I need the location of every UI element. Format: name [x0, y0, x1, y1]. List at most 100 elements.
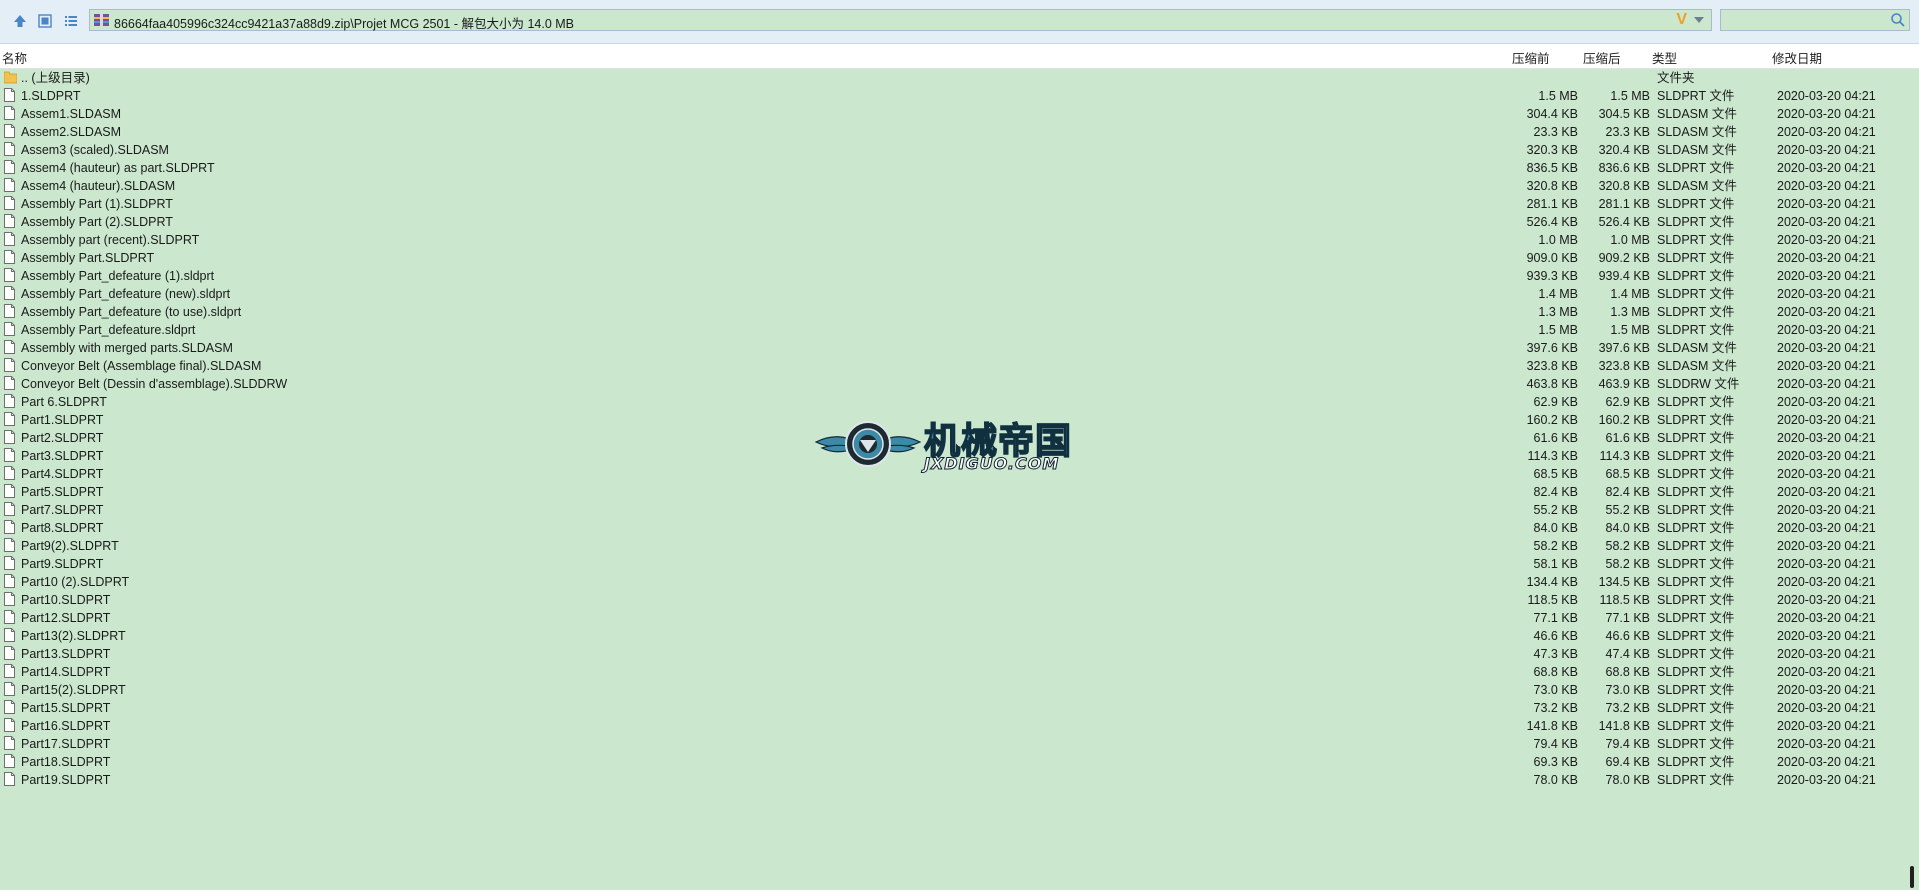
file-size-after: 84.0 KB — [1605, 521, 1650, 535]
file-name: Part10 (2).SLDPRT — [21, 575, 130, 589]
file-row[interactable]: Part17.SLDPRT 79.4 KB 79.4 KB SLDPRT 文件 2020… — [0, 735, 1919, 753]
parent-directory-row[interactable]: .. (上级目录) 文件夹 — [0, 69, 1919, 87]
file-icon — [4, 430, 17, 446]
file-name: Part13(2).SLDPRT — [21, 629, 126, 643]
thumbnail-view-icon[interactable] — [35, 11, 55, 31]
file-size-after: 320.4 KB — [1598, 143, 1650, 157]
file-row[interactable]: Assembly Part_defeature (new).sldprt 1.4 … — [0, 285, 1919, 303]
file-icon — [4, 700, 17, 716]
file-icon — [4, 592, 17, 608]
file-icon — [4, 772, 17, 788]
scrollbar-grip[interactable] — [1910, 866, 1914, 888]
file-type: SLDPRT 文件 — [1657, 215, 1735, 229]
file-icon — [4, 232, 17, 248]
file-modified-date: 2020-03-20 04:21 — [1777, 215, 1876, 229]
file-row[interactable]: Conveyor Belt (Dessin d'assemblage).SLDD… — [0, 375, 1919, 393]
file-row[interactable]: Assembly Part (1).SLDPRT 281.1 KB 281.1 KB… — [0, 195, 1919, 213]
file-icon — [4, 250, 17, 266]
file-row[interactable]: Part 6.SLDPRT 62.9 KB 62.9 KB SLDPRT 文件 2020… — [0, 393, 1919, 411]
file-size-after: 1.5 MB — [1610, 323, 1650, 337]
file-icon — [4, 268, 17, 284]
file-icon — [4, 538, 17, 554]
file-size-before: 463.8 KB — [1526, 377, 1578, 391]
file-modified-date: 2020-03-20 04:21 — [1777, 143, 1876, 157]
address-bar[interactable]: 86664faa405996c324cc9421a37a88d9.zip\Pro… — [89, 9, 1712, 31]
file-modified-date: 2020-03-20 04:21 — [1777, 575, 1876, 589]
column-header-modified[interactable]: 修改日期 — [1772, 48, 1822, 67]
file-row[interactable]: Part14.SLDPRT 68.8 KB 68.8 KB SLDPRT 文件 2020… — [0, 663, 1919, 681]
file-size-before: 73.2 KB — [1533, 701, 1578, 715]
file-row[interactable]: Part19.SLDPRT 78.0 KB 78.0 KB SLDPRT 文件 2020… — [0, 771, 1919, 789]
file-row[interactable]: Assembly part (recent).SLDPRT 1.0 MB 1.0 M… — [0, 231, 1919, 249]
file-type: SLDPRT 文件 — [1657, 197, 1735, 211]
file-modified-date: 2020-03-20 04:21 — [1777, 431, 1876, 445]
file-name: Assembly Part_defeature (1).sldprt — [21, 269, 215, 283]
file-row[interactable]: Part9(2).SLDPRT 58.2 KB 58.2 KB SLDPRT 文件 20… — [0, 537, 1919, 555]
file-row[interactable]: Assembly with merged parts.SLDASM 397.6 K… — [0, 339, 1919, 357]
file-type: 文件夹 — [1657, 71, 1695, 85]
file-row[interactable]: Part12.SLDPRT 77.1 KB 77.1 KB SLDPRT 文件 2020… — [0, 609, 1919, 627]
file-row[interactable]: Part15.SLDPRT 73.2 KB 73.2 KB SLDPRT 文件 2020… — [0, 699, 1919, 717]
up-arrow-icon[interactable] — [10, 11, 30, 31]
file-icon — [4, 610, 17, 626]
list-view-icon[interactable] — [61, 11, 81, 31]
file-row[interactable]: Assembly Part (2).SLDPRT 526.4 KB 526.4 KB… — [0, 213, 1919, 231]
file-icon — [4, 88, 17, 104]
file-size-before: 134.4 KB — [1526, 575, 1578, 589]
file-row[interactable]: Assem4 (hauteur) as part.SLDPRT 836.5 KB 8… — [0, 159, 1919, 177]
search-icon[interactable] — [1890, 12, 1906, 31]
file-name: Assembly Part_defeature (to use).sldprt — [21, 305, 242, 319]
search-input[interactable] — [1725, 12, 1889, 30]
file-row[interactable]: Part13(2).SLDPRT 46.6 KB 46.6 KB SLDPRT 文件 2… — [0, 627, 1919, 645]
file-name: Part9.SLDPRT — [21, 557, 104, 571]
file-modified-date: 2020-03-20 04:21 — [1777, 395, 1876, 409]
file-type: SLDASM 文件 — [1657, 107, 1737, 121]
file-name: Part14.SLDPRT — [21, 665, 111, 679]
file-modified-date: 2020-03-20 04:21 — [1777, 485, 1876, 499]
file-name: Part13.SLDPRT — [21, 647, 111, 661]
file-row[interactable]: Assem3 (scaled).SLDASM 320.3 KB 320.4 KB SL… — [0, 141, 1919, 159]
file-row[interactable]: Part9.SLDPRT 58.1 KB 58.2 KB SLDPRT 文件 2020-… — [0, 555, 1919, 573]
file-name: Assembly Part (2).SLDPRT — [21, 215, 173, 229]
file-type: SLDPRT 文件 — [1657, 287, 1735, 301]
gear-wings-logo-icon — [814, 421, 922, 467]
column-header-compressed-before[interactable]: 压缩前 — [1512, 48, 1550, 67]
file-row[interactable]: Part15(2).SLDPRT 73.0 KB 73.0 KB SLDPRT 文件 2… — [0, 681, 1919, 699]
file-row[interactable]: Part18.SLDPRT 69.3 KB 69.4 KB SLDPRT 文件 2020… — [0, 753, 1919, 771]
file-type: SLDPRT 文件 — [1657, 449, 1735, 463]
file-row[interactable]: Assembly Part_defeature (to use).sldprt 1… — [0, 303, 1919, 321]
file-row[interactable]: Conveyor Belt (Assemblage final).SLDASM 3… — [0, 357, 1919, 375]
file-type: SLDPRT 文件 — [1657, 755, 1735, 769]
column-header-type[interactable]: 类型 — [1652, 48, 1677, 67]
file-row[interactable]: Part5.SLDPRT 82.4 KB 82.4 KB SLDPRT 文件 2020-… — [0, 483, 1919, 501]
file-modified-date: 2020-03-20 04:21 — [1777, 647, 1876, 661]
file-type: SLDPRT 文件 — [1657, 557, 1735, 571]
column-header-name[interactable]: 名称 — [2, 48, 27, 67]
file-row[interactable]: Assem1.SLDASM 304.4 KB 304.5 KB SLDASM 文件 20… — [0, 105, 1919, 123]
file-icon — [4, 196, 17, 212]
file-size-after: 1.4 MB — [1610, 287, 1650, 301]
file-type: SLDPRT 文件 — [1657, 683, 1735, 697]
file-row[interactable]: Assembly Part.SLDPRT 909.0 KB 909.2 KB SLDP… — [0, 249, 1919, 267]
file-size-after: 160.2 KB — [1598, 413, 1650, 427]
file-row[interactable]: Part10 (2).SLDPRT 134.4 KB 134.5 KB SLDPRT … — [0, 573, 1919, 591]
file-modified-date: 2020-03-20 04:21 — [1777, 629, 1876, 643]
chevron-down-icon[interactable] — [1691, 11, 1707, 29]
file-row[interactable]: Assembly Part_defeature (1).sldprt 939.3 … — [0, 267, 1919, 285]
file-row[interactable]: Assem4 (hauteur).SLDASM 320.8 KB 320.8 KB S… — [0, 177, 1919, 195]
file-row[interactable]: 1.SLDPRT 1.5 MB 1.5 MB SLDPRT 文件 2020-03-20 … — [0, 87, 1919, 105]
file-row[interactable]: Part10.SLDPRT 118.5 KB 118.5 KB SLDPRT 文件 20… — [0, 591, 1919, 609]
file-size-after: 68.8 KB — [1605, 665, 1650, 679]
file-icon — [4, 718, 17, 734]
search-box[interactable] — [1720, 9, 1910, 31]
column-header-compressed-after[interactable]: 压缩后 — [1583, 48, 1621, 67]
file-row[interactable]: Part13.SLDPRT 47.3 KB 47.4 KB SLDPRT 文件 2020… — [0, 645, 1919, 663]
file-name: Assem1.SLDASM — [21, 107, 122, 121]
folder-icon — [3, 70, 18, 86]
file-row[interactable]: Assem2.SLDASM 23.3 KB 23.3 KB SLDASM 文件 2020… — [0, 123, 1919, 141]
file-row[interactable]: Part16.SLDPRT 141.8 KB 141.8 KB SLDPRT 文件 20… — [0, 717, 1919, 735]
file-row[interactable]: Assembly Part_defeature.sldprt 1.5 MB 1.5 … — [0, 321, 1919, 339]
file-row[interactable]: Part8.SLDPRT 84.0 KB 84.0 KB SLDPRT 文件 2020-… — [0, 519, 1919, 537]
file-type: SLDPRT 文件 — [1657, 467, 1735, 481]
file-row[interactable]: Part7.SLDPRT 55.2 KB 55.2 KB SLDPRT 文件 2020-… — [0, 501, 1919, 519]
